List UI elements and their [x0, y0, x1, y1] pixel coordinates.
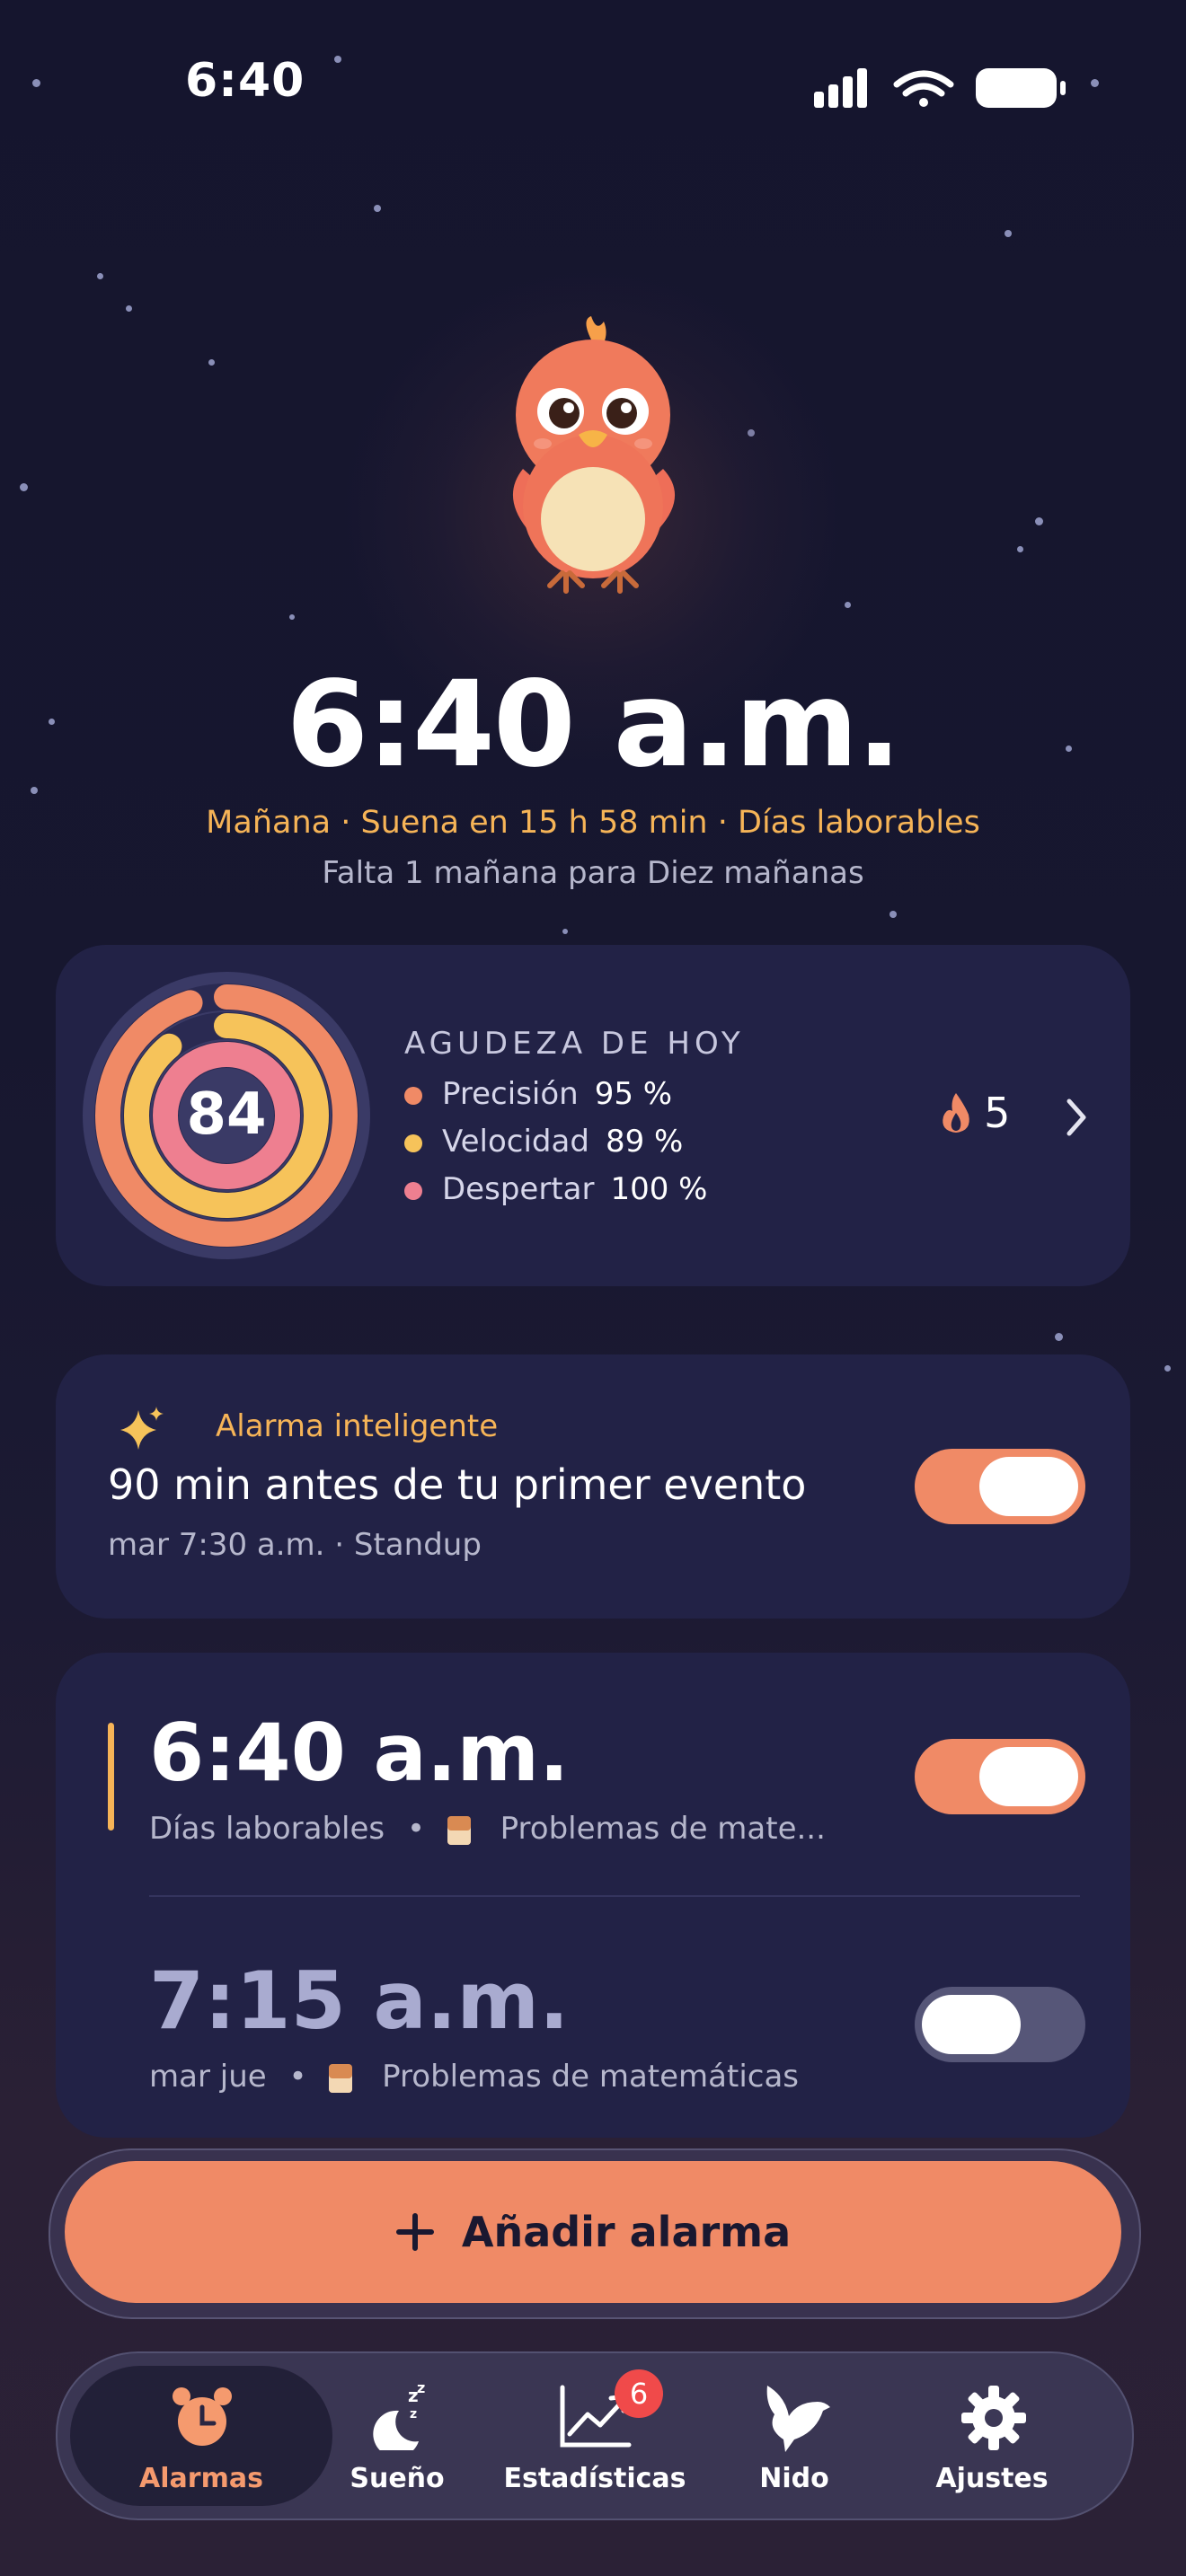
smart-alarm-detail: mar 7:30 a.m. · Standup [108, 1527, 482, 1563]
smart-alarm-card[interactable]: Alarma inteligente 90 min antes de tu pr… [56, 1354, 1130, 1619]
sharpness-title: AGUDEZA DE HOY [404, 1026, 745, 1062]
tab-stats[interactable]: 6 Estadísticas [496, 2353, 694, 2519]
streak-hint: Falta 1 mañana para Diez mañanas [322, 855, 864, 891]
wake-dot [404, 1181, 422, 1200]
alarm-toggle[interactable] [915, 1739, 1085, 1814]
moon-zzz-icon: z z z [373, 2379, 425, 2450]
alarm-challenge: Problemas de matemáticas [382, 2059, 800, 2095]
sharpness-rings: 84 [83, 972, 370, 1259]
metric-speed: Velocidad 89 % [404, 1124, 707, 1171]
alarm-time[interactable]: 6:40 a.m. [149, 1707, 569, 1799]
alarm-accent-bar [108, 1723, 114, 1831]
tab-bar: Alarmas z z z Sueño 6 Estadísticas Nido [56, 2351, 1134, 2520]
alarm-clock-icon [173, 2387, 232, 2446]
smart-alarm-toggle[interactable] [915, 1449, 1085, 1524]
tab-nest[interactable]: Nido [695, 2353, 893, 2519]
calculator-icon [329, 2063, 353, 2093]
speed-dot [404, 1134, 422, 1152]
next-alarm-subtitle: Mañana · Suena en 15 h 58 min · Días lab… [206, 805, 980, 841]
sparkles-icon [120, 1407, 164, 1450]
svg-text:z: z [417, 2379, 425, 2396]
streak-badge[interactable]: 5 [938, 1089, 1010, 1137]
alarm-toggle[interactable] [915, 1987, 1085, 2062]
svg-text:z: z [410, 2407, 417, 2422]
alarm-days: mar jue [149, 2059, 267, 2095]
toggle-knob [979, 1457, 1078, 1516]
toggle-knob [979, 1747, 1078, 1806]
smart-alarm-description: 90 min antes de tu primer evento [108, 1460, 807, 1509]
wifi-icon [893, 70, 954, 107]
add-alarm-label: Añadir alarma [461, 2208, 792, 2256]
streak-count: 5 [984, 1089, 1011, 1137]
stats-badge: 6 [615, 2369, 663, 2418]
toggle-knob [922, 1995, 1021, 2054]
status-bar-icons [810, 65, 1071, 119]
bird-icon [766, 2386, 830, 2452]
add-alarm-button[interactable]: Añadir alarma [65, 2161, 1121, 2303]
tab-alarms[interactable]: Alarmas [102, 2353, 300, 2519]
alarm-detail: mar jue • Problemas de matemáticas [149, 2059, 800, 2095]
precision-dot [404, 1086, 422, 1105]
status-bar-time: 6:40 [185, 54, 305, 108]
tab-settings[interactable]: Ajustes [893, 2353, 1091, 2519]
sharpness-score: 84 [186, 1081, 266, 1148]
sharpness-metrics: Precisión 95 % Velocidad 89 % Despertar 100… [404, 1076, 707, 1219]
cellular-signal-icon [814, 68, 867, 108]
alarm-days: Días laborables [149, 1811, 385, 1847]
row-divider [149, 1895, 1080, 1897]
alarms-list-card: 6:40 a.m. Días laborables • Problemas de… [56, 1653, 1130, 2138]
battery-icon [976, 68, 1066, 108]
calculator-icon [447, 1815, 471, 1845]
metric-precision: Precisión 95 % [404, 1076, 707, 1124]
sharpness-card[interactable]: 84 AGUDEZA DE HOY Precisión 95 % Velocida… [56, 945, 1130, 1286]
next-alarm-time[interactable]: 6:40 a.m. [0, 656, 1186, 794]
gear-icon [961, 2386, 1026, 2450]
smart-alarm-title: Alarma inteligente [216, 1408, 499, 1444]
metric-wake: Despertar 100 % [404, 1171, 707, 1219]
alarm-time[interactable]: 7:15 a.m. [149, 1954, 569, 2047]
chevron-right-icon[interactable] [1064, 1098, 1089, 1137]
phoenix-mascot[interactable] [503, 316, 683, 598]
flame-icon [943, 1093, 969, 1133]
tab-sleep[interactable]: z z z Sueño [298, 2353, 496, 2519]
alarm-detail: Días laborables • Problemas de mate... [149, 1811, 826, 1847]
alarm-challenge: Problemas de mate... [500, 1811, 826, 1847]
plus-icon [395, 2213, 434, 2251]
